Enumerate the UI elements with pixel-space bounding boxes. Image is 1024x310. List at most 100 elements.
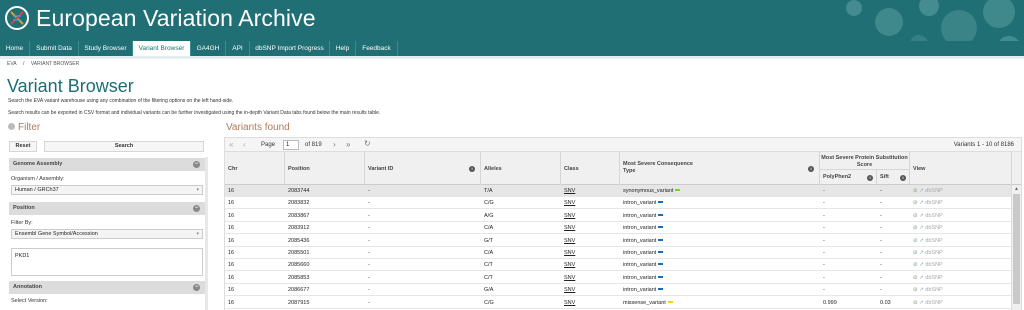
site-title[interactable]: European Variation Archive <box>36 5 316 32</box>
cell-class[interactable]: SNV <box>561 197 620 209</box>
col-position[interactable]: Position <box>285 152 365 185</box>
page-number-input[interactable]: 1 <box>283 140 299 150</box>
reset-button[interactable]: Reset <box>9 141 37 152</box>
table-row[interactable]: 16 2083867- A/G SNV intron_variant - - ⊘ ↗ dbSN… <box>225 210 1012 222</box>
col-polyphen[interactable]: PolyPhen2 i <box>820 170 877 185</box>
search-button[interactable]: Search <box>44 141 204 152</box>
col-chr[interactable]: Chr <box>225 152 285 185</box>
cell-position: 2083832 <box>288 200 310 207</box>
cell-class[interactable]: SNV <box>561 235 620 247</box>
dbsnp-link[interactable]: dbSNP <box>925 275 942 281</box>
table-scrollbar[interactable]: ▲ <box>1011 185 1021 310</box>
table-row[interactable]: 16 2086677- G/A SNV intron_variant - - ⊘ ↗ dbSN… <box>225 284 1012 297</box>
collapse-icon[interactable]: − <box>193 205 200 212</box>
view-variant-icon[interactable]: ⊘ <box>913 275 918 281</box>
nav-tab-ga4gh[interactable]: GA4GH <box>191 41 226 56</box>
col-class[interactable]: Class <box>561 152 620 185</box>
info-icon[interactable]: i <box>808 166 814 172</box>
table-row[interactable]: 16 2085501- C/A SNV intron_variant - - ⊘ ↗ dbSN… <box>225 247 1012 259</box>
dbsnp-link[interactable]: dbSNP <box>925 300 942 306</box>
next-page-icon[interactable]: › <box>333 140 336 149</box>
view-variant-icon[interactable]: ⊘ <box>913 262 918 268</box>
table-row[interactable]: 16 2083832- C/G SNV intron_variant - - ⊘ ↗ dbSN… <box>225 197 1012 210</box>
external-link-icon[interactable]: ↗ <box>919 238 924 244</box>
eva-logo-icon[interactable] <box>4 3 30 33</box>
dbsnp-link[interactable]: dbSNP <box>925 250 942 256</box>
info-icon[interactable]: i <box>900 175 906 181</box>
table-row[interactable]: 16 2087915 - C/G SNV missense_variant 0.999 0.0… <box>225 297 1012 309</box>
table-row[interactable]: 16 2083912- C/A SNV intron_variant - - ⊘ ↗ dbSN… <box>225 222 1012 235</box>
view-variant-icon[interactable]: ⊘ <box>913 250 918 256</box>
external-link-icon[interactable]: ↗ <box>919 225 924 231</box>
info-icon[interactable]: i <box>867 175 873 181</box>
organism-assembly-select[interactable]: Human / GRCh37 ▾ <box>11 185 203 195</box>
nav-tab-home[interactable]: Home <box>0 41 30 56</box>
table-row[interactable]: 16 2083744- T/A SNV synonymous_variant - - ⊘ ↗ … <box>225 185 1012 197</box>
breadcrumb-eva[interactable]: EVA <box>7 61 17 67</box>
dbsnp-link[interactable]: dbSNP <box>925 200 942 206</box>
view-variant-icon[interactable]: ⊘ <box>913 213 918 219</box>
collapse-icon[interactable] <box>8 123 15 130</box>
table-row[interactable]: 16 2085660- C/T SNV intron_variant - - ⊘ ↗ dbSN… <box>225 259 1012 272</box>
dbsnp-link[interactable]: dbSNP <box>925 188 942 194</box>
external-link-icon[interactable]: ↗ <box>919 300 924 306</box>
collapse-icon[interactable]: − <box>193 161 200 168</box>
nav-tab-variant-browser[interactable]: Variant Browser <box>133 41 191 56</box>
nav-tab-submit-data[interactable]: Submit Data <box>30 41 79 56</box>
col-variant-id[interactable]: Variant ID i <box>365 152 481 185</box>
filter-by-select[interactable]: Ensembl Gene Symbol/Accession ▾ <box>11 229 203 239</box>
scroll-thumb[interactable] <box>1013 194 1020 304</box>
refresh-icon[interactable]: ↻ <box>364 139 371 148</box>
external-link-icon[interactable]: ↗ <box>919 275 924 281</box>
view-variant-icon[interactable]: ⊘ <box>913 188 918 194</box>
dbsnp-link[interactable]: dbSNP <box>925 238 942 244</box>
cell-view: ⊘ ↗ dbSNP <box>910 297 1012 309</box>
col-sift[interactable]: Sift i <box>877 170 910 185</box>
first-page-icon[interactable]: « <box>229 140 233 149</box>
nav-tab-feedback[interactable]: Feedback <box>356 41 398 56</box>
nav-tab-dbsnp-import[interactable]: dbSNP Import Progress <box>250 41 330 56</box>
annotation-header[interactable]: Annotation − <box>9 281 205 294</box>
nav-tab-study-browser[interactable]: Study Browser <box>79 41 133 56</box>
filter-title[interactable]: Filter <box>8 122 40 133</box>
table-row[interactable]: 16 2085853- C/T SNV intron_variant - - ⊘ ↗ dbSN… <box>225 272 1012 284</box>
dbsnp-link[interactable]: dbSNP <box>925 213 942 219</box>
external-link-icon[interactable]: ↗ <box>919 213 924 219</box>
external-link-icon[interactable]: ↗ <box>919 188 924 194</box>
view-variant-icon[interactable]: ⊘ <box>913 200 918 206</box>
position-header[interactable]: Position − <box>9 202 205 215</box>
col-consequence[interactable]: Most Severe Consequence Type i <box>620 152 820 185</box>
genome-assembly-header[interactable]: Genome Assembly − <box>9 158 205 171</box>
dbsnp-link[interactable]: dbSNP <box>925 287 942 293</box>
view-variant-icon[interactable]: ⊘ <box>913 287 918 293</box>
col-alleles[interactable]: Alleles <box>481 152 561 185</box>
nav-tab-help[interactable]: Help <box>330 41 356 56</box>
last-page-icon[interactable]: » <box>346 140 350 149</box>
info-icon[interactable]: i <box>469 166 475 172</box>
table-row[interactable]: 16 2085436- G/T SNV intron_variant - - ⊘ ↗ dbSN… <box>225 235 1012 247</box>
external-link-icon[interactable]: ↗ <box>919 287 924 293</box>
cell-class[interactable]: SNV <box>561 272 620 284</box>
nav-tab-api[interactable]: API <box>226 41 250 56</box>
external-link-icon[interactable]: ↗ <box>919 262 924 268</box>
gene-input[interactable]: PKD1 <box>11 248 203 276</box>
scroll-up-icon[interactable]: ▲ <box>1014 186 1019 192</box>
dbsnp-link[interactable]: dbSNP <box>925 262 942 268</box>
cell-class[interactable]: SNV <box>561 222 620 234</box>
collapse-icon[interactable]: − <box>193 284 200 291</box>
cell-class[interactable]: SNV <box>561 210 620 222</box>
prev-page-icon[interactable]: ‹ <box>243 140 246 149</box>
cell-class[interactable]: SNV <box>561 247 620 259</box>
view-variant-icon[interactable]: ⊘ <box>913 300 918 306</box>
cell-alleles: C/A <box>484 225 494 232</box>
view-variant-icon[interactable]: ⊘ <box>913 238 918 244</box>
external-link-icon[interactable]: ↗ <box>919 200 924 206</box>
filter-scrollbar[interactable] <box>205 157 208 310</box>
external-link-icon[interactable]: ↗ <box>919 250 924 256</box>
dbsnp-link[interactable]: dbSNP <box>925 225 942 231</box>
cell-class[interactable]: SNV <box>561 185 620 197</box>
cell-class[interactable]: SNV <box>561 284 620 296</box>
view-variant-icon[interactable]: ⊘ <box>913 225 918 231</box>
cell-class[interactable]: SNV <box>561 259 620 271</box>
cell-class[interactable]: SNV <box>561 297 620 309</box>
